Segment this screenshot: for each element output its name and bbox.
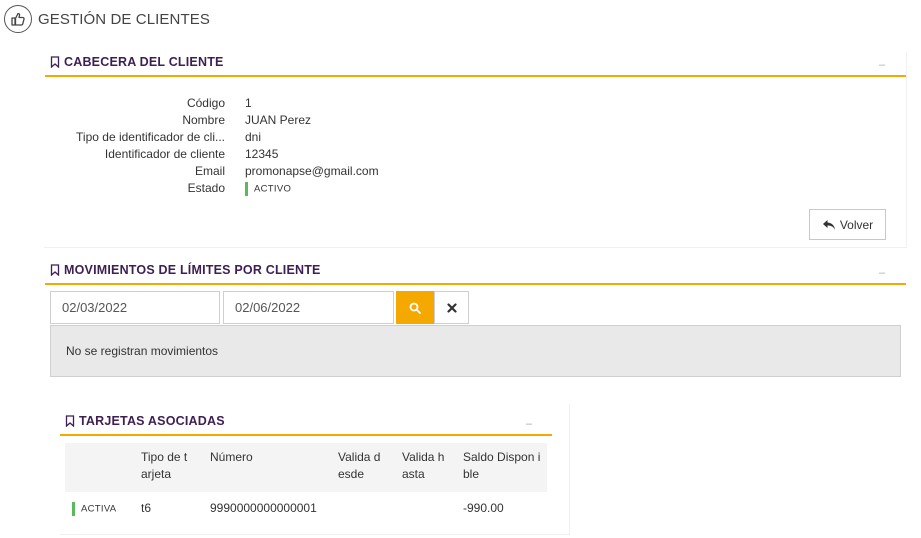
field-label-identificador: Identificador de cliente: [104, 147, 225, 161]
cards-title: TARJETAS ASOCIADAS: [65, 414, 225, 428]
field-value-identificador: 12345: [245, 147, 279, 161]
field-label-tipo-identificador: Tipo de identificador de cli...: [76, 130, 225, 144]
close-icon: [446, 302, 457, 313]
date-from-input[interactable]: [50, 291, 220, 324]
customer-header-collapse-icon[interactable]: –: [879, 60, 885, 71]
movements-rule: [45, 283, 906, 285]
field-label-codigo: Código: [186, 96, 225, 110]
status-badge: ACTIVO: [245, 181, 291, 196]
card-status-indicator: [72, 501, 75, 516]
customer-header-rule: [45, 75, 906, 77]
card-type-cell: t6: [141, 501, 152, 515]
movements-title: MOVIMIENTOS DE LÍMITES POR CLIENTE: [50, 263, 321, 277]
field-label-email: Email: [194, 164, 225, 178]
column-header-valida-hasta[interactable]: Valida h asta: [402, 449, 450, 483]
empty-movements-message: No se registran movimientos: [50, 325, 901, 377]
search-button[interactable]: [396, 291, 434, 324]
search-icon: [409, 302, 421, 314]
bookmark-icon: [50, 264, 60, 276]
field-value-tipo-identificador: dni: [245, 130, 262, 144]
empty-movements-text: No se registran movimientos: [66, 344, 219, 358]
status-indicator: [245, 181, 248, 196]
card-balance-cell: -990.00: [463, 501, 504, 515]
movements-title-text: MOVIMIENTOS DE LÍMITES POR CLIENTE: [64, 263, 321, 277]
date-to-input[interactable]: [223, 291, 394, 324]
cards-title-text: TARJETAS ASOCIADAS: [79, 414, 225, 428]
movements-collapse-icon[interactable]: –: [879, 268, 885, 279]
bookmark-icon: [50, 56, 60, 68]
status-text: ACTIVO: [254, 183, 292, 195]
clear-button[interactable]: [434, 291, 469, 324]
card-status-badge: ACTIVA: [72, 501, 116, 516]
field-value-codigo: 1: [245, 96, 252, 110]
column-header-saldo[interactable]: Saldo Dispon ible: [463, 449, 543, 483]
column-header-valida-desde[interactable]: Valida d esde: [338, 449, 386, 483]
cards-rule: [60, 434, 552, 436]
column-header-tipo[interactable]: Tipo de t arjeta: [141, 449, 193, 483]
field-label-nombre: Nombre: [182, 113, 225, 127]
customer-header-title-text: CABECERA DEL CLIENTE: [64, 55, 224, 69]
thumbs-up-icon: [4, 5, 32, 33]
reply-icon: [822, 219, 835, 230]
card-status-text: ACTIVA: [81, 503, 117, 515]
field-value-nombre: JUAN Perez: [245, 113, 312, 127]
field-value-email: promonapse@gmail.com: [245, 164, 379, 178]
customer-header-title: CABECERA DEL CLIENTE: [50, 55, 224, 69]
field-label-estado: Estado: [187, 181, 225, 195]
column-header-numero[interactable]: Número: [210, 449, 290, 466]
back-button[interactable]: Volver: [809, 209, 886, 240]
card-number-cell: 9990000000000001: [210, 501, 317, 515]
back-button-label: Volver: [839, 217, 874, 232]
cards-collapse-icon[interactable]: –: [526, 419, 532, 430]
page-title: GESTIÓN DE CLIENTES: [38, 11, 210, 28]
bookmark-icon: [65, 415, 75, 427]
